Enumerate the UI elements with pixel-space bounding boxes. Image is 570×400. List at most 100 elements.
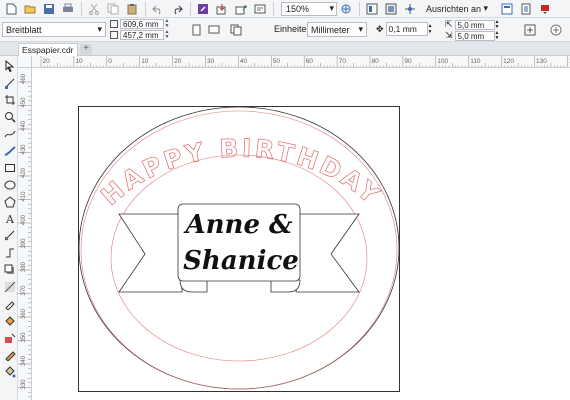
smart-fill-icon[interactable]: [3, 331, 16, 344]
ruler-v-label: 380: [21, 261, 27, 272]
rectangle-tool-icon[interactable]: [3, 161, 16, 174]
ruler-v-label: 400: [21, 214, 27, 225]
fill-bucket-icon[interactable]: [3, 365, 16, 378]
vertical-ruler[interactable]: 460 450 440 430 420 410 400 390 380 370 360 350 340 3…: [18, 68, 32, 400]
ribbon-right-tail[interactable]: [295, 213, 360, 293]
ruler-h-label: 20: [43, 58, 51, 65]
parallel-dimension-icon[interactable]: [3, 229, 16, 242]
page-size-select[interactable]: Breitblatt ▾: [2, 22, 106, 37]
drawing-canvas[interactable]: HAPPY BIRTHDAY Anne & Shanice: [32, 68, 570, 400]
toolbar-separator: [359, 1, 360, 16]
ruler-h-label: 60: [306, 58, 314, 65]
pick-tool-icon[interactable]: [3, 59, 16, 72]
transparency-icon[interactable]: [3, 280, 16, 293]
drop-shadow-icon[interactable]: [3, 263, 16, 276]
add-icon[interactable]: [549, 23, 563, 37]
full-screen-preview-icon[interactable]: [363, 1, 381, 17]
publish-pdf-icon[interactable]: [251, 1, 269, 17]
quick-customize-icon[interactable]: [523, 23, 537, 37]
property-bar: Breitblatt ▾ 609,6 mm ▲ ▼ 457,2 mm ▲ ▼ Ein…: [0, 18, 570, 42]
portrait-icon[interactable]: [190, 23, 204, 37]
all-pages-icon[interactable]: [229, 23, 243, 37]
spinner-arrows-icon[interactable]: ▲ ▼: [495, 30, 500, 41]
color-options-icon[interactable]: [536, 1, 554, 17]
page-height-field[interactable]: 457,2 mm ▲ ▼: [110, 30, 170, 40]
artistic-media-icon[interactable]: [3, 144, 16, 157]
nudge-icon: ✥: [376, 23, 384, 34]
nudge-input[interactable]: 0,1 mm: [385, 22, 428, 36]
print-icon[interactable]: [59, 1, 77, 17]
toolbox: A: [0, 56, 18, 400]
ruler-h-label: 90: [404, 58, 412, 65]
application-launcher-icon[interactable]: [498, 1, 516, 17]
copy-icon[interactable]: [104, 1, 122, 17]
page-width-input[interactable]: 609,6 mm: [120, 19, 164, 29]
paste-icon[interactable]: [123, 1, 141, 17]
ruler-v-label: 440: [21, 120, 27, 131]
vertical-ruler-ticks: 460 450 440 430 420 410 400 390 380 370 360 350 340 3…: [18, 73, 31, 398]
zoom-value: 150%: [286, 3, 310, 14]
snap-to-dropdown[interactable]: Ausrichten an ▾: [422, 2, 492, 16]
options-icon[interactable]: [517, 1, 535, 17]
new-tab-button[interactable]: +: [80, 44, 92, 55]
ruler-h-label: 30: [207, 58, 215, 65]
duplicate-y-icon: ⇲: [445, 30, 453, 40]
cut-icon[interactable]: [85, 1, 103, 17]
polygon-tool-icon[interactable]: [3, 195, 16, 208]
spinner-arrows-icon[interactable]: ▲ ▼: [495, 19, 500, 30]
toolbar-separator: [190, 1, 191, 16]
outline-pen-icon[interactable]: [3, 348, 16, 361]
connector-tool-icon[interactable]: [3, 246, 16, 259]
snap-icon[interactable]: [401, 1, 419, 17]
ruler-h-label: 70: [339, 58, 347, 65]
zoom-level-select[interactable]: 150% ▾: [281, 1, 337, 16]
units-select[interactable]: Millimeter ▾: [307, 22, 367, 37]
cake-topper-artwork[interactable]: HAPPY BIRTHDAY Anne & Shanice: [32, 68, 570, 400]
freehand-tool-icon[interactable]: [3, 127, 16, 140]
search-content-icon[interactable]: [194, 1, 212, 17]
ruler-h-label: 50: [273, 58, 281, 65]
import-icon[interactable]: [213, 1, 231, 17]
duplicate-y-field[interactable]: ⇲ 5,0 mm ▲ ▼: [445, 30, 500, 41]
new-icon[interactable]: [2, 1, 20, 17]
ruler-origin[interactable]: [18, 56, 32, 68]
page-width-field[interactable]: 609,6 mm ▲ ▼: [110, 19, 170, 29]
ribbon-right-fold: [270, 279, 301, 293]
show-rulers-icon[interactable]: [382, 1, 400, 17]
eyedropper-icon[interactable]: [3, 297, 16, 310]
page-height-input[interactable]: 457,2 mm: [120, 30, 164, 40]
toolbar-separator: [273, 1, 274, 16]
ribbon-left-fold: [179, 279, 208, 293]
ribbon-left-tail[interactable]: [118, 213, 183, 293]
ruler-h-label: 10: [75, 58, 83, 65]
duplicate-y-input[interactable]: 5,0 mm: [454, 30, 495, 41]
redo-icon[interactable]: [168, 1, 186, 17]
text-tool-icon[interactable]: A: [3, 212, 16, 225]
interactive-fill-icon[interactable]: [3, 314, 16, 327]
crop-tool-icon[interactable]: [3, 93, 16, 106]
svg-text:A: A: [5, 213, 15, 225]
spinner-arrows-icon[interactable]: ▲ ▼: [164, 30, 170, 40]
horizontal-ruler[interactable]: 20100102030405060708090100110120130140: [32, 56, 570, 68]
spinner-arrows-icon[interactable]: ▲ ▼: [164, 19, 170, 29]
chevron-down-icon: ▾: [358, 24, 363, 34]
save-icon[interactable]: [40, 1, 58, 17]
export-icon[interactable]: [232, 1, 250, 17]
open-icon[interactable]: [21, 1, 39, 17]
spinner-arrows-icon[interactable]: ▲ ▼: [428, 23, 433, 35]
name-line-2[interactable]: Shanice: [183, 246, 299, 276]
tab-esspapier[interactable]: Esspapier.cdr: [18, 43, 78, 56]
zoom-settings-icon[interactable]: [337, 1, 355, 17]
duplicate-x-field[interactable]: ⇱ 5,0 mm ▲ ▼: [445, 19, 500, 30]
ruler-h-label: 80: [372, 58, 380, 65]
units-value: Millimeter: [311, 24, 350, 35]
undo-icon[interactable]: [149, 1, 167, 17]
name-line-1[interactable]: Anne &: [182, 210, 293, 240]
ellipse-tool-icon[interactable]: [3, 178, 16, 191]
shape-tool-icon[interactable]: [3, 76, 16, 89]
duplicate-x-input[interactable]: 5,0 mm: [454, 19, 495, 30]
ruler-v-label: 420: [21, 167, 27, 178]
zoom-tool-icon[interactable]: [3, 110, 16, 123]
landscape-icon[interactable]: [207, 23, 221, 37]
nudge-distance-field[interactable]: ✥ 0,1 mm ▲ ▼: [376, 22, 433, 36]
